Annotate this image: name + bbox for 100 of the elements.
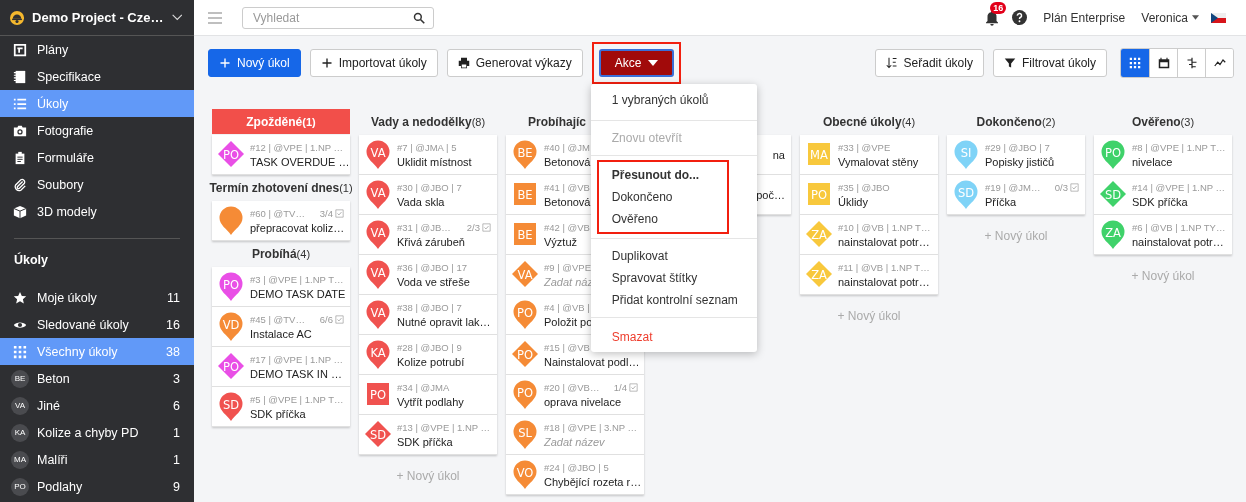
- title-placeholder: Zadat název: [544, 436, 605, 448]
- sidebar-item[interactable]: MA Malíři 1: [0, 446, 194, 473]
- task-card[interactable]: VA #30 | @JBO | 7 Vada skla: [359, 175, 497, 215]
- sidebar-item[interactable]: Formuláře: [0, 144, 194, 171]
- plan-icon: [13, 42, 27, 57]
- tag-avatar: BE: [11, 369, 29, 388]
- view-toggle[interactable]: [1149, 49, 1177, 77]
- task-card[interactable]: SD #19 | @JM… 0/3 Příčka: [947, 175, 1085, 215]
- category-marker: PO: [217, 271, 245, 302]
- list-icon: [13, 96, 27, 111]
- tag-avatar: MA: [11, 450, 29, 469]
- task-title: Nainstalovat podl…: [544, 356, 640, 368]
- help-icon[interactable]: [1012, 10, 1028, 25]
- sidebar-item[interactable]: Soubory: [0, 171, 194, 198]
- task-title: SDK příčka: [250, 408, 306, 420]
- column-header: Probíhá(4): [250, 246, 312, 263]
- task-card[interactable]: VD #45 | @TV… 6/6 Instalace AC: [212, 307, 350, 347]
- plan-link[interactable]: Plán Enterprise: [1043, 10, 1126, 25]
- category-marker: PO: [217, 351, 245, 382]
- sidebar-item[interactable]: Moje úkoly 11: [0, 284, 194, 311]
- category-marker: PO: [511, 339, 539, 370]
- category-marker: VA: [364, 299, 392, 330]
- task-title: DEMO TASK IN …: [250, 368, 342, 380]
- category-marker: VA: [511, 259, 539, 290]
- sidebar-item[interactable]: VA Jiné 6: [0, 392, 194, 419]
- task-meta: #9 | @VPE: [544, 261, 591, 273]
- column-header: Probíhajíc: [527, 114, 587, 131]
- category-marker: SD: [217, 391, 245, 422]
- task-meta: #8 | @VPE | 1.NP T…: [1132, 141, 1226, 153]
- task-card[interactable]: ZA #6 | @VB | 1.NP TY… nainstalovat potr…: [1094, 215, 1232, 255]
- sidebar-item[interactable]: BE Beton 3: [0, 365, 194, 392]
- task-meta: #38 | @JBO | 7: [397, 301, 462, 313]
- view-toggle[interactable]: [1177, 49, 1205, 77]
- sidebar-item[interactable]: KA Kolize a chyby PD 1: [0, 419, 194, 446]
- view-toggle[interactable]: [1121, 49, 1149, 77]
- task-title: přepracovat koliz…: [250, 222, 345, 234]
- task-meta: #45 | @TV…: [250, 313, 305, 325]
- task-title: Úklidy: [838, 196, 868, 208]
- chevron-down-icon[interactable]: [171, 13, 182, 22]
- category-marker: PO: [511, 299, 539, 330]
- checklist-count: 6/6: [319, 313, 333, 325]
- user-menu[interactable]: Veronica: [1141, 10, 1188, 25]
- task-card[interactable]: SI #29 | @JBO | 7 Popisky jističů: [947, 135, 1085, 175]
- category-marker: PO: [1099, 139, 1127, 170]
- task-title: Chybějící rozeta r…: [544, 476, 642, 488]
- task-title: Nutné opravit lak…: [397, 316, 491, 328]
- toolbar-button[interactable]: Generovat výkazy: [446, 49, 583, 77]
- project-name[interactable]: Demo Project - Cze…: [32, 10, 164, 25]
- flag-icon[interactable]: [1211, 12, 1226, 23]
- chart-icon: [1213, 57, 1226, 69]
- task-card[interactable]: #60 | @TV… 3/4 přepracovat koliz…: [212, 201, 350, 241]
- toolbar-button[interactable]: Importovat úkoly: [309, 49, 438, 77]
- actions-button[interactable]: Akce: [598, 49, 675, 77]
- sidebar-item[interactable]: Fotografie: [0, 117, 194, 144]
- tag-avatar: VA: [11, 396, 29, 415]
- checkbox-icon: [335, 314, 344, 324]
- sort-icon: [885, 57, 898, 69]
- task-title: Popisky jističů: [985, 156, 1055, 168]
- task-card[interactable]: VA #31 | @JB… 2/3 Křivá zárubeň: [359, 215, 497, 255]
- caret-icon[interactable]: [1192, 15, 1199, 20]
- tag-avatar: KA: [11, 423, 29, 442]
- task-meta: #6 | @VB | 1.NP TY…: [1132, 221, 1226, 233]
- checklist-count: 1/4: [613, 381, 627, 393]
- filter-icon: [1003, 57, 1016, 69]
- task-title: Vytřít podlahy: [397, 396, 464, 408]
- view-toggle[interactable]: [1205, 49, 1233, 77]
- task-meta: #12 | @VPE | 1.NP …: [250, 141, 344, 153]
- calendar-icon: [1157, 57, 1170, 69]
- task-card[interactable]: ZA #11 | @VB | 1.NP T… nainstalovat potr…: [800, 255, 938, 295]
- task-meta: #30 | @JBO | 7: [397, 181, 462, 193]
- task-title: Betonová: [544, 156, 591, 168]
- task-meta: #60 | @TV…: [250, 207, 305, 219]
- task-card[interactable]: VA #7 | @JMA | 5 Uklidit místnost: [359, 135, 497, 175]
- task-card[interactable]: ZA #10 | @VB | 1.NP T… nainstalovat potr…: [800, 215, 938, 255]
- sidebar-item[interactable]: Specifikace: [0, 63, 194, 90]
- column-header: Ověřeno(3): [1130, 114, 1196, 131]
- sidebar-item[interactable]: Sledované úkoly 16: [0, 311, 194, 338]
- task-meta: #7 | @JMA | 5: [397, 141, 457, 153]
- sidebar-item[interactable]: 3D modely: [0, 198, 194, 225]
- task-meta: #36 | @JBO | 17: [397, 261, 468, 273]
- task-title: Kolize potrubí: [397, 356, 465, 368]
- task-meta: #31 | @JB…: [397, 221, 451, 233]
- sidebar-item[interactable]: PO Podlahy 9: [0, 473, 194, 500]
- search-input[interactable]: Vyhledat: [253, 10, 413, 25]
- grid-icon: [13, 344, 27, 359]
- task-meta: #4 | @VB |: [544, 301, 590, 313]
- category-marker: ZA: [805, 259, 833, 290]
- task-title: SDK příčka: [397, 436, 453, 448]
- toolbar-button[interactable]: Nový úkol: [208, 49, 301, 77]
- task-card[interactable]: VA #36 | @JBO | 17 Voda ve střeše: [359, 255, 497, 295]
- task-card[interactable]: KA #28 | @JBO | 9 Kolize potrubí: [359, 335, 497, 375]
- search-field[interactable]: Vyhledat: [242, 6, 434, 29]
- task-card[interactable]: VA #38 | @JBO | 7 Nutné opravit lak…: [359, 295, 497, 335]
- filter-button[interactable]: Filtrovat úkoly: [992, 49, 1107, 77]
- task-meta: #28 | @JBO | 9: [397, 341, 462, 353]
- task-meta: #40 | @JM: [544, 141, 590, 153]
- sort-button[interactable]: Seřadit úkoly: [874, 49, 984, 77]
- task-title: na: [772, 148, 785, 161]
- sidebar-item[interactable]: Plány: [0, 36, 194, 63]
- category-marker: SD: [364, 419, 392, 450]
